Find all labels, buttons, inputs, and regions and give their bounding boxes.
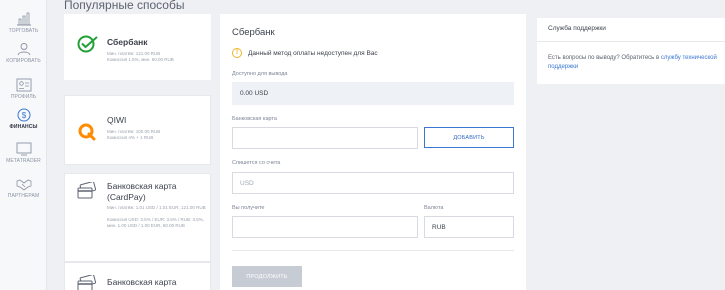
nav-metatrader-label: METATRADER bbox=[6, 158, 41, 164]
nav-profile[interactable]: ПРОФИЛЬ bbox=[0, 78, 47, 100]
nav-metatrader[interactable]: METATRADER bbox=[0, 142, 47, 164]
method-fee-qiwi: Комиссия 4% + 1 RUB bbox=[107, 135, 154, 140]
receive-amount-input[interactable] bbox=[232, 216, 418, 238]
support-title: Служба поддержки bbox=[548, 25, 606, 32]
nav-copy[interactable]: КОПИРОВАТЬ bbox=[0, 42, 47, 64]
debit-amount-input[interactable]: USD bbox=[232, 172, 514, 194]
method-fee-cardpay: Комиссия USD: 3.5% / EUR: 3.5% / RUB: 3.… bbox=[107, 217, 204, 228]
warning-text: Данный метод оплаты недоступен для Вас bbox=[248, 49, 378, 57]
bank-card-icon bbox=[77, 275, 97, 290]
nav-profile-label: ПРОФИЛЬ bbox=[10, 94, 37, 100]
debit-amount-placeholder: USD bbox=[240, 179, 254, 187]
card-label: Банковская карта bbox=[232, 116, 277, 122]
sidebar: ТОРГОВАТЬ КОПИРОВАТЬ ПРОФИЛЬ $ ФИНАНСЫ M… bbox=[0, 0, 47, 290]
currency-label: Валюта bbox=[424, 205, 444, 211]
support-text: Есть вопросы по выводу? Обратитесь в слу… bbox=[548, 54, 718, 72]
available-label: Доступно для вывода bbox=[232, 71, 288, 77]
nav-copy-label: КОПИРОВАТЬ bbox=[6, 58, 41, 64]
method-name-cardpay: Банковская карта bbox=[107, 181, 177, 191]
support-divider bbox=[537, 41, 725, 42]
method-name-bank-card: Банковская карта bbox=[107, 277, 177, 287]
bank-card-icon bbox=[77, 182, 97, 199]
chart-bars-icon bbox=[16, 12, 31, 26]
debit-label: Спишется со счета bbox=[232, 160, 281, 166]
currency-select[interactable]: RUB bbox=[424, 216, 514, 238]
page-title: Популярные способы bbox=[64, 0, 185, 12]
add-card-button[interactable]: ДОБАВИТЬ bbox=[424, 127, 514, 148]
svg-text:$: $ bbox=[21, 111, 26, 120]
card-select[interactable] bbox=[232, 127, 418, 149]
method-name-cardpay-sub: (CardPay) bbox=[107, 192, 146, 202]
method-name-sberbank: Сбербанк bbox=[107, 37, 148, 47]
withdrawal-form: Сбербанк ! Данный метод оплаты недоступе… bbox=[220, 14, 526, 290]
method-card-qiwi[interactable]: QIWI Мин. платёж: 100.00 RUB Комиссия 4%… bbox=[64, 95, 211, 165]
support-panel: Служба поддержки Есть вопросы по выводу?… bbox=[537, 18, 725, 84]
method-card-sberbank[interactable]: Сбербанк Мин. платёж: 121.00 RUB Комисси… bbox=[64, 14, 211, 80]
monitor-icon bbox=[16, 142, 31, 156]
nav-trade-label: ТОРГОВАТЬ bbox=[8, 28, 39, 34]
nav-partners[interactable]: ПАРТНЕРАМ bbox=[0, 177, 47, 199]
method-min-cardpay: Мин. платёж: 1.01 USD / 1.01 EUR, 121.00… bbox=[107, 205, 206, 210]
receive-label: Вы получите bbox=[232, 205, 265, 211]
method-fee-sberbank: Комиссия 1.5%, мин. 60.00 RUB bbox=[107, 57, 174, 62]
qiwi-logo-icon bbox=[78, 123, 96, 141]
user-icon bbox=[17, 43, 30, 56]
available-amount-value: 0.00 USD bbox=[240, 90, 269, 97]
handshake-icon bbox=[16, 179, 31, 191]
sberbank-logo-icon bbox=[77, 35, 98, 53]
warning-message: ! Данный метод оплаты недоступен для Вас bbox=[232, 48, 378, 58]
available-amount-field: 0.00 USD bbox=[232, 82, 514, 105]
nav-partners-label: ПАРТНЕРАМ bbox=[7, 193, 40, 199]
currency-select-value: RUB bbox=[432, 223, 446, 231]
nav-finance-label: ФИНАНСЫ bbox=[9, 124, 38, 130]
method-name-qiwi: QIWI bbox=[107, 115, 127, 125]
support-text-body: Есть вопросы по выводу? Обратитесь в bbox=[548, 55, 661, 61]
dollar-circle-icon: $ bbox=[17, 108, 30, 122]
profile-card-icon bbox=[16, 78, 31, 92]
method-card-cardpay[interactable]: Банковская карта (CardPay) Мин. платёж: … bbox=[64, 173, 211, 262]
nav-finance[interactable]: $ ФИНАНСЫ bbox=[0, 108, 47, 130]
nav-trade[interactable]: ТОРГОВАТЬ bbox=[0, 12, 47, 34]
continue-button[interactable]: ПРОДОЛЖИТЬ bbox=[232, 266, 302, 287]
form-title: Сбербанк bbox=[232, 27, 275, 38]
form-divider bbox=[232, 250, 514, 251]
method-card-bank-card[interactable]: Банковская карта bbox=[64, 262, 211, 290]
warning-icon: ! bbox=[232, 48, 242, 58]
